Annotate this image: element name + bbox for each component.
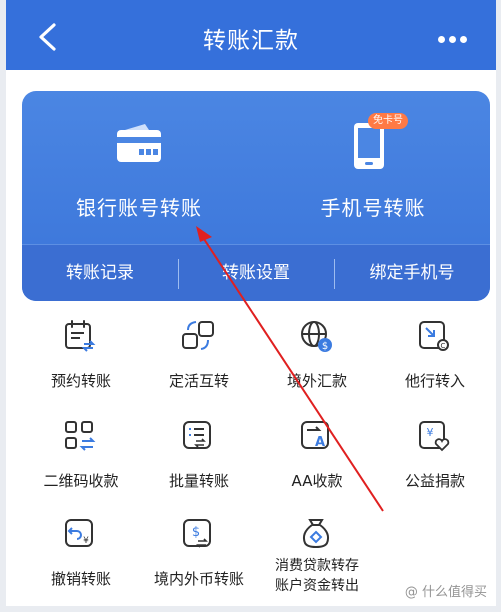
incoming-transfer-icon: C	[419, 321, 449, 351]
grid-item-incoming-from-other-bank[interactable]: C 他行转入	[376, 318, 494, 414]
svg-text:$: $	[192, 525, 200, 540]
bank-account-transfer-label: 银行账号转账	[76, 196, 202, 220]
bank-account-transfer-button[interactable]: 银行账号转账	[22, 91, 256, 241]
grid-label: 定活互转	[168, 372, 229, 390]
grid-item-qr-collect[interactable]: 二维码收款	[22, 418, 140, 514]
bank-card-icon	[117, 124, 161, 162]
foreign-currency-icon: $	[183, 519, 211, 548]
charity-heart-icon: ¥	[419, 421, 450, 452]
grid-item-domestic-foreign-currency[interactable]: $ 境内外币转账	[140, 516, 258, 612]
svg-text:C: C	[441, 342, 446, 350]
transfer-settings-link[interactable]: 转账设置	[178, 245, 334, 301]
grid-item-batch-transfer[interactable]: 批量转账	[140, 418, 258, 514]
svg-text:$: $	[322, 341, 328, 352]
grid-item-overseas-remittance[interactable]: $ 境外汇款	[258, 318, 376, 414]
grid-label: 批量转账	[168, 472, 229, 490]
grid-item-charity-donation[interactable]: ¥ 公益捐款	[376, 418, 494, 514]
card-bottom-bar: 转账记录 转账设置 绑定手机号	[22, 244, 490, 301]
grid-label: 撤销转账	[50, 570, 111, 588]
svg-text:¥: ¥	[83, 536, 89, 546]
watermark: @ 什么值得买	[404, 585, 487, 600]
grid-item-scheduled-transfer[interactable]: 预约转账	[22, 318, 140, 414]
qr-code-icon	[65, 421, 96, 451]
grid-label: AA收款	[291, 472, 343, 490]
grid-item-fixed-current-swap[interactable]: 定活互转	[140, 318, 258, 414]
app-header: 转账汇款	[6, 0, 496, 70]
phone-number-transfer-button[interactable]: 免卡号 手机号转账	[256, 91, 490, 241]
calendar-transfer-icon	[65, 320, 96, 352]
phone-number-transfer-label: 手机号转账	[320, 196, 426, 220]
svg-text:¥: ¥	[427, 426, 434, 439]
svg-text:A: A	[315, 435, 325, 450]
page-title: 转账汇款	[203, 28, 299, 54]
grid-label: 境外汇款	[286, 372, 347, 390]
grid-label: 他行转入	[404, 372, 465, 390]
no-card-badge: 免卡号	[373, 115, 403, 126]
aa-collect-icon: A	[301, 421, 329, 450]
transfer-records-link[interactable]: 转账记录	[22, 245, 178, 301]
batch-list-icon	[183, 421, 211, 449]
grid-label: 二维码收款	[43, 472, 119, 490]
grid-label: 境内外币转账	[153, 570, 244, 588]
grid-item-cancel-transfer[interactable]: ¥ 撤销转账	[22, 516, 140, 612]
grid-item-loan-account-transfer[interactable]: 消费贷款转存 账户资金转出	[258, 516, 376, 612]
globe-dollar-icon: $	[301, 321, 332, 352]
more-options-icon[interactable]	[438, 36, 468, 44]
grid-label: 公益捐款	[404, 472, 465, 490]
grid-item-aa-collect[interactable]: A AA收款	[258, 418, 376, 514]
transfer-card: 银行账号转账 免卡号 手机号转账 转账记录 转账设置 绑定手机号	[22, 91, 490, 301]
grid-label: 消费贷款转存 账户资金转出	[275, 558, 359, 594]
undo-yen-icon: ¥	[65, 519, 93, 547]
grid-label: 预约转账	[50, 372, 111, 390]
money-bag-icon	[302, 519, 330, 549]
bind-phone-link[interactable]: 绑定手机号	[334, 245, 490, 301]
fixed-current-swap-icon	[182, 321, 214, 350]
